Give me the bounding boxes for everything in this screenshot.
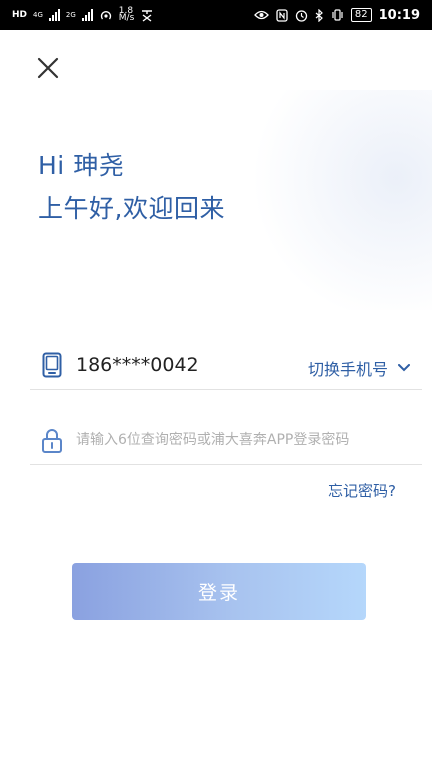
battery-indicator: 82: [350, 8, 372, 22]
greeting-message: 上午好,欢迎回来: [38, 194, 225, 223]
bluetooth-icon: [315, 8, 323, 22]
forgot-password-link[interactable]: 忘记密码?: [328, 480, 396, 501]
phone-number: 186****0042: [76, 354, 199, 376]
switch-phone-button[interactable]: 切换手机号: [308, 356, 410, 380]
speed-indicator: 1.8 M/s: [118, 7, 135, 23]
network-2g-label: 2G: [65, 10, 76, 19]
password-input[interactable]: [76, 427, 416, 453]
speed-unit: M/s: [118, 13, 135, 23]
app-notification-icon: [142, 10, 153, 22]
greeting-name: Hi 珅尧: [38, 151, 125, 180]
status-bar: HD 4G 2G 1.8 M/s 82 10:19: [0, 0, 432, 30]
signal-icon-2: [81, 9, 93, 21]
phone-icon: [42, 352, 62, 378]
alarm-icon: [295, 9, 308, 22]
background-glow: [220, 90, 432, 310]
clock: 10:19: [378, 7, 420, 23]
network-4g-label: 4G: [33, 10, 43, 19]
login-button[interactable]: 登录: [72, 563, 366, 620]
status-left: HD 4G 2G 1.8 M/s: [12, 7, 154, 23]
hd-label: HD: [12, 10, 28, 20]
chevron-down-icon: [398, 364, 410, 372]
status-right: 82 10:19: [253, 7, 420, 23]
phone-row: 186****0042 切换手机号: [30, 340, 422, 390]
switch-phone-label: 切换手机号: [307, 360, 388, 379]
signal-icon: [48, 9, 60, 21]
password-row: [30, 415, 422, 465]
nfc-icon: [276, 8, 288, 22]
hotspot-icon: [100, 10, 111, 20]
lock-icon: [42, 429, 62, 453]
vibrate-icon: [332, 9, 343, 21]
close-icon[interactable]: [36, 56, 60, 80]
eye-icon: [253, 10, 269, 20]
